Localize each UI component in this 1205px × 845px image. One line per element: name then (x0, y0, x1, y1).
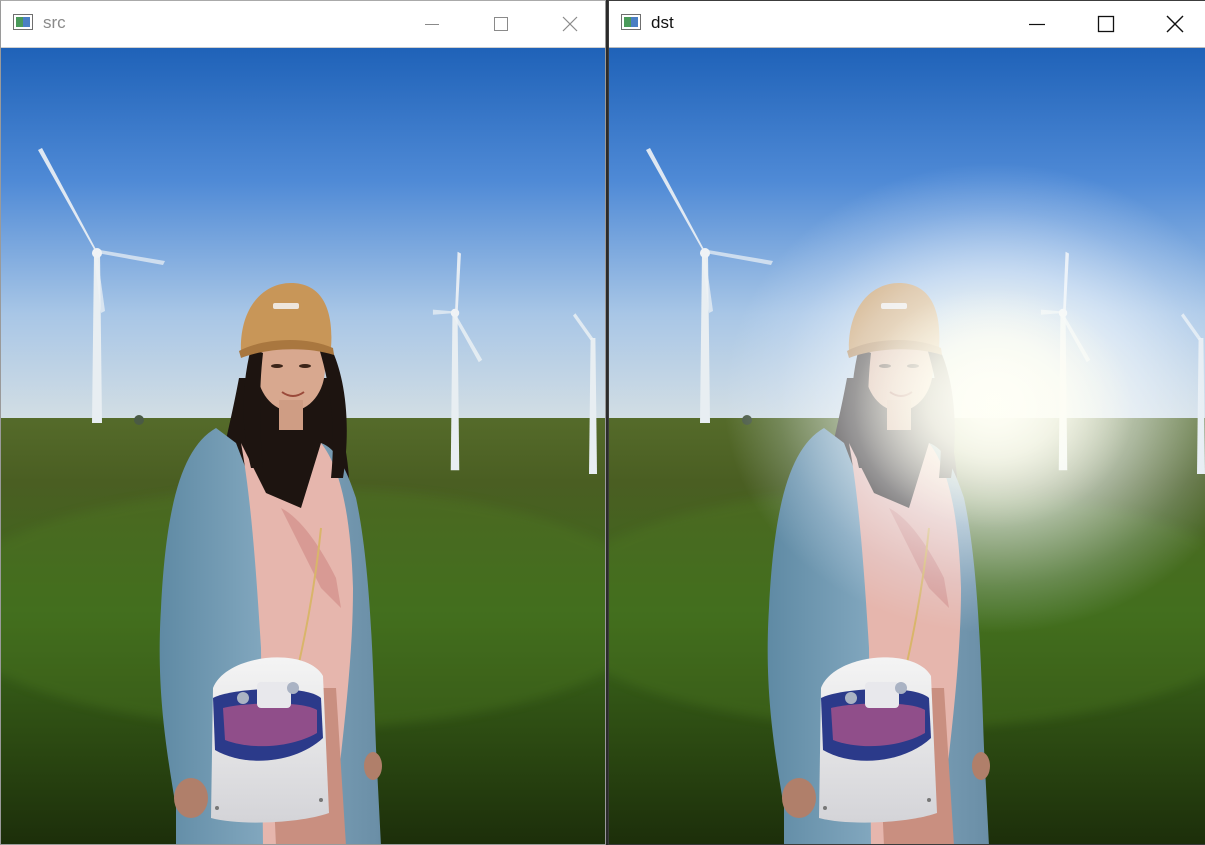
close-icon (562, 16, 578, 32)
src-window-title: src (43, 13, 66, 32)
minimize-icon (425, 24, 439, 25)
dst-photo (609, 48, 1205, 844)
close-icon (1166, 15, 1184, 33)
src-image (1, 48, 605, 844)
close-button[interactable] (547, 1, 593, 47)
dst-title-bar[interactable]: dst (609, 1, 1205, 48)
src-window[interactable]: src (0, 0, 606, 845)
maximize-icon (494, 17, 508, 31)
close-button[interactable] (1152, 1, 1198, 47)
opencv-window-icon (621, 14, 641, 30)
maximize-button[interactable] (478, 1, 524, 47)
minimize-button[interactable] (1014, 1, 1060, 47)
maximize-button[interactable] (1083, 1, 1129, 47)
minimize-button[interactable] (409, 1, 455, 47)
opencv-window-icon (13, 14, 33, 30)
src-photo (1, 48, 605, 844)
src-title-bar[interactable]: src (1, 1, 605, 48)
maximize-icon (1097, 15, 1115, 33)
minimize-icon (1029, 23, 1045, 26)
dst-window[interactable]: dst (608, 0, 1205, 845)
dst-window-title: dst (651, 13, 674, 32)
dst-image (609, 48, 1205, 844)
